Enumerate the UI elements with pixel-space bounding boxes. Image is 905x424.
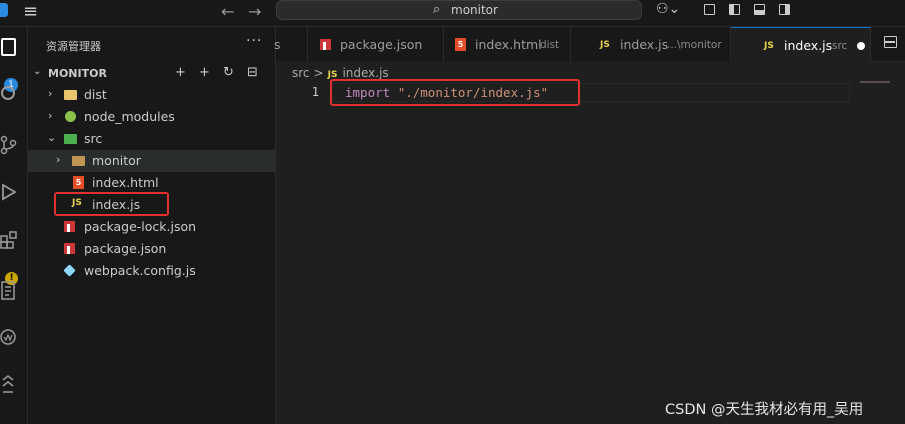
explorer-icon[interactable] [0,37,18,62]
tree-item-label: webpack.config.js [84,263,196,278]
src-folder-icon [64,134,77,144]
split-editor-icon[interactable] [884,36,897,48]
webpack-icon [63,264,76,277]
chevron-right-icon: › [48,109,53,122]
node-folder-icon [65,111,76,122]
tree-item-label: package.json [84,241,167,256]
search-icon: ⌕ [433,2,441,17]
tree-item-package-lock-json[interactable]: package-lock.json [28,216,275,238]
chevron-down-icon: ⌄ [47,131,57,144]
tree-item-monitor[interactable]: › monitor [28,150,275,172]
javascript-icon: JS [600,40,610,50]
javascript-icon: JS [764,41,774,51]
collapse-all-icon[interactable]: ⊟ [247,65,258,80]
tab-label: s [274,37,281,52]
tab-label: package.json [340,37,423,52]
command-center-search[interactable]: ⌕ monitor [276,0,642,20]
folder-icon [64,90,77,100]
forward-arrow-icon[interactable]: → [248,2,261,22]
html5-icon: 5 [455,38,466,51]
npm-icon [64,243,75,254]
tree-item-label: dist [84,87,107,102]
breadcrumb-folder[interactable]: src [292,66,310,80]
tab-partial[interactable]: s [274,27,308,62]
breadcrumb-file[interactable]: index.js [342,66,388,80]
tree-item-package-json[interactable]: package.json [28,238,275,260]
tab-description: src [832,40,848,52]
tab-index-js-src[interactable]: JS index.js src [731,27,871,62]
minimap[interactable] [860,81,890,83]
toggle-secondary-sidebar-icon[interactable] [779,4,790,15]
toggle-panel-icon[interactable] [754,4,765,15]
tree-item-label: node_modules [84,109,175,124]
explorer-sidebar: 资源管理器 ··· ⌄ MONITOR + + ↻ ⊟ › dist › nod… [28,27,276,424]
tree-item-label: src [84,131,103,146]
tree-item-src[interactable]: ⌄ src [28,128,275,150]
html5-icon: 5 [73,176,84,189]
vscode-logo-icon [0,3,8,17]
tree-item-label: index.html [92,175,159,190]
copilot-icon[interactable]: ⚇⌄ [656,1,680,17]
workspace-title: MONITOR [48,67,107,80]
layout-customize-icon[interactable] [704,4,715,15]
tree-item-index-html[interactable]: 5 index.html [28,172,275,194]
chevron-down-icon: ⌄ [33,66,42,77]
more-actions-icon[interactable]: ··· [246,33,262,49]
accounts-icon[interactable] [0,372,18,399]
tree-item-dist[interactable]: › dist [28,84,275,106]
breadcrumb-separator: > [313,66,324,80]
tab-index-html-dist[interactable]: 5 index.html dist [444,27,571,62]
new-file-icon[interactable]: + [175,65,186,80]
watermark: CSDN @天生我材必有用_吴用 [665,402,864,418]
tab-index-js-monitor[interactable]: JS index.js ...\monitor [571,27,731,62]
run-debug-icon[interactable] [0,182,18,207]
chevron-right-icon: › [56,153,61,166]
tab-description: dist [540,39,560,51]
editor-tab-bar: s package.json 5 index.html dist JS inde… [274,27,905,62]
npm-icon [64,221,75,232]
unsaved-dot-icon[interactable] [857,42,865,50]
search-text: monitor [451,3,498,17]
tab-label: index.js [620,37,669,52]
new-folder-icon[interactable]: + [199,65,210,80]
tree-item-label: package-lock.json [84,219,197,234]
tree-item-label: monitor [92,153,141,168]
back-arrow-icon[interactable]: ← [221,2,234,22]
tab-package-json[interactable]: package.json [308,27,444,62]
npm-icon [320,39,331,50]
line-number: 1 [311,85,319,99]
highlight-annotation-box [330,79,580,106]
extensions-icon[interactable] [0,230,18,255]
folder-icon [72,156,85,166]
highlight-annotation-box [54,192,169,216]
toggle-primary-sidebar-icon[interactable] [729,4,740,15]
search-view-icon[interactable] [0,85,18,108]
tab-label: index.js [784,38,833,53]
menu-icon[interactable]: ≡ [23,2,38,22]
workspace-section-header[interactable]: ⌄ MONITOR + + ↻ ⊟ [28,64,275,84]
tree-item-node-modules[interactable]: › node_modules [28,106,275,128]
tree-item-webpack-config-js[interactable]: webpack.config.js [28,260,275,282]
remote-explorer-icon[interactable] [0,280,18,307]
title-bar: ≡ ← → ⌕ monitor ⚇⌄ [0,0,905,27]
tab-description: ...\monitor [667,39,722,51]
tab-label: index.html [475,37,542,52]
explorer-title: 资源管理器 [46,40,101,53]
activity-bar: 1 ! [0,27,28,424]
refresh-icon[interactable]: ↻ [223,65,234,80]
source-control-icon[interactable] [0,135,18,160]
testing-icon[interactable] [0,327,18,352]
chevron-right-icon: › [48,87,53,100]
